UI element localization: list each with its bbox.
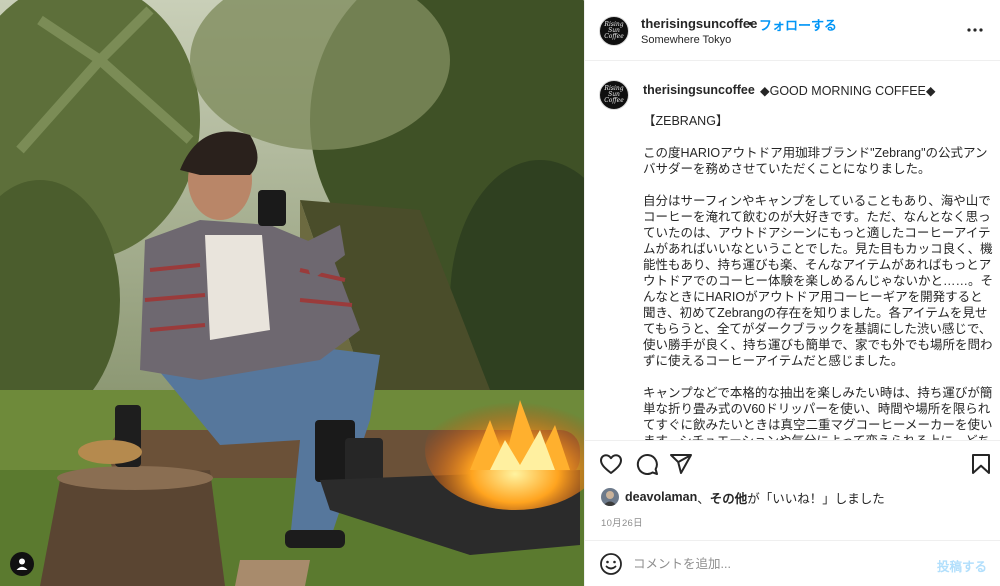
post-comment-button[interactable]: 投稿する (937, 556, 987, 575)
separator-dot: • (748, 16, 753, 31)
user-tag-icon[interactable] (10, 552, 34, 576)
heart-icon[interactable] (599, 452, 623, 476)
likes-suffix: が「いいね！」しました (747, 491, 885, 506)
liker-avatar[interactable] (601, 488, 619, 506)
avatar-logo-text: Rising Sun Coffee (604, 21, 624, 40)
post-photo[interactable] (0, 0, 584, 586)
action-bar (585, 440, 1000, 480)
comment-input[interactable] (633, 554, 913, 574)
caption-username[interactable]: therisingsuncoffee (643, 83, 755, 97)
post-image (0, 0, 584, 586)
caption-text: 【ZEBRANG】 この度HARIOアウトドア用珈琲ブランド"Zebrang"の… (643, 114, 994, 440)
likes-summary: deavolaman、その他 が「いいね！」しました (601, 488, 885, 506)
comment-bar: 投稿する (585, 540, 1000, 586)
follow-button[interactable]: フォローする (759, 15, 837, 34)
liker-username[interactable]: deavolaman (625, 490, 697, 504)
avatar[interactable]: Rising Sun Coffee (599, 16, 629, 46)
avatar[interactable]: Rising Sun Coffee (599, 80, 629, 110)
comment-icon[interactable] (635, 452, 659, 476)
likes-separator: 、 (697, 491, 710, 506)
post-header: Rising Sun Coffee therisingsuncoffee • フ… (585, 0, 1000, 61)
post-sidebar: Rising Sun Coffee therisingsuncoffee • フ… (584, 0, 1000, 586)
caption-title: ◆GOOD MORNING COFFEE◆ (760, 84, 936, 98)
caption-area: Rising Sun Coffee therisingsuncoffee ◆GO… (585, 62, 1000, 440)
header-username[interactable]: therisingsuncoffee (641, 16, 757, 31)
more-options-icon[interactable] (967, 22, 983, 38)
likes-others-link[interactable]: その他 (710, 488, 748, 507)
emoji-icon[interactable] (599, 552, 623, 576)
share-icon[interactable] (669, 452, 693, 476)
avatar-logo-text: Rising Sun Coffee (604, 85, 624, 104)
bookmark-icon[interactable] (969, 452, 993, 476)
location-link[interactable]: Somewhere Tokyo (641, 34, 731, 46)
post-date[interactable]: 10月26日 (601, 515, 643, 529)
